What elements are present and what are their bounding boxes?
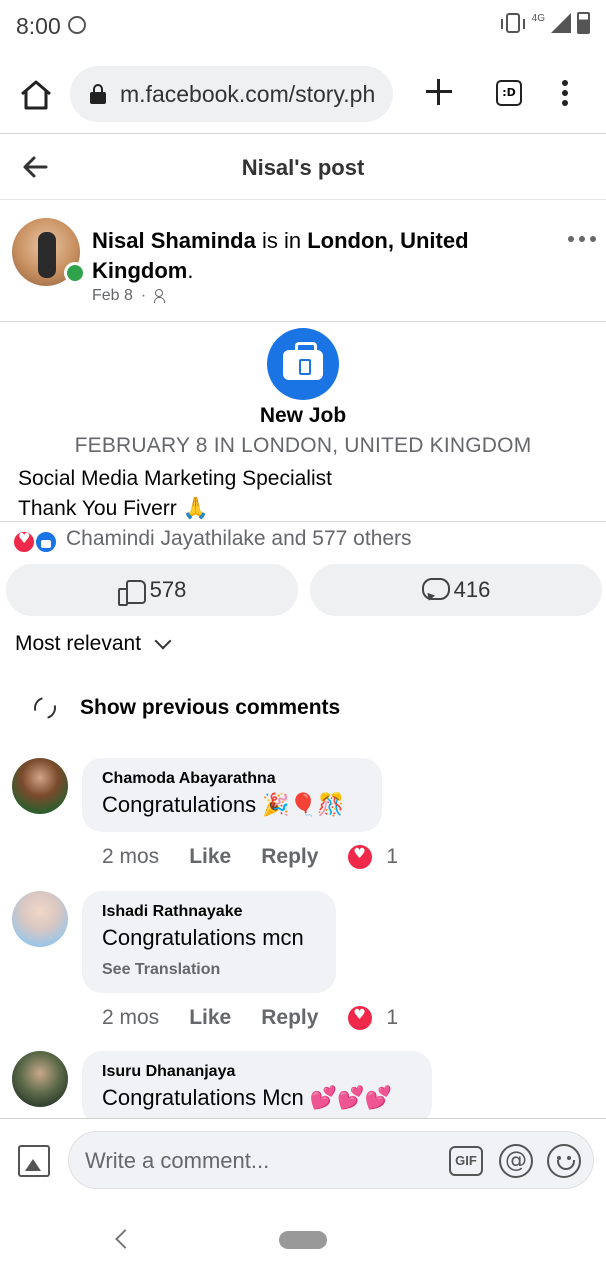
briefcase-badge: [267, 328, 339, 400]
vibrate-icon: [500, 13, 525, 33]
reactions-text: Chamindi Jayathilake and 577 others: [66, 527, 412, 550]
like-count: 578: [149, 577, 187, 602]
comment-text: Congratulations Mcn 💕💕💕: [102, 1085, 393, 1110]
comment-like-button[interactable]: Like: [189, 845, 231, 869]
action-row: 578 416: [0, 562, 606, 618]
comment-button[interactable]: 416: [310, 564, 602, 616]
like-reaction-icon: [34, 530, 58, 554]
briefcase-icon: [283, 342, 323, 380]
comment-reply-button[interactable]: Reply: [261, 1006, 318, 1030]
see-translation-link[interactable]: See Translation: [102, 961, 316, 979]
status-bar: 8:00 4G: [0, 0, 606, 52]
comment-reply-button[interactable]: Reply: [261, 845, 318, 869]
browser-toolbar: m.facebook.com/story.ph :D: [0, 52, 606, 134]
post-date[interactable]: Feb 8: [92, 287, 133, 305]
event-text-line-2: Thank You Fiverr 🙏: [18, 497, 209, 520]
author-connector: is in: [261, 228, 302, 253]
sort-label: Most relevant: [15, 632, 142, 655]
event-title: New Job: [259, 404, 347, 427]
comment-time[interactable]: 2 mos: [102, 1006, 159, 1030]
commenter-name[interactable]: Chamoda Abayarathna: [102, 770, 362, 788]
avatar[interactable]: [12, 891, 68, 947]
comment-actions: 2 mos Like Reply 1: [102, 845, 398, 869]
status-time: 8:00: [16, 13, 61, 39]
whatsapp-icon: [68, 16, 86, 34]
heart-reaction-icon: [348, 845, 373, 869]
network-type: 4G: [531, 12, 545, 24]
comment-bubble-icon: [421, 578, 450, 602]
comment-input[interactable]: Write a comment... GIF @: [68, 1131, 594, 1189]
tab-switcher-button[interactable]: :D: [496, 80, 522, 106]
comment-placeholder: Write a comment...: [85, 1148, 270, 1173]
thumbs-up-icon: [117, 578, 146, 606]
comment-bubble: Chamoda Abayarathna Congratulations 🎉🎈🎊: [82, 758, 382, 832]
show-previous-comments[interactable]: Show previous comments: [29, 692, 341, 724]
page-title: Nisal's post: [241, 155, 365, 180]
comment-like-button[interactable]: Like: [189, 1006, 231, 1030]
more-options-icon[interactable]: [568, 236, 596, 244]
love-reaction-icon: [12, 530, 36, 554]
home-icon[interactable]: [18, 78, 54, 112]
avatar[interactable]: [12, 1051, 68, 1107]
online-status-dot: [64, 262, 86, 284]
comment-text: Congratulations 🎉🎈🎊: [102, 792, 345, 817]
new-tab-plus-icon[interactable]: [425, 78, 453, 106]
friends-audience-icon: [154, 289, 172, 303]
author-name[interactable]: Nisal Shaminda: [92, 228, 256, 253]
commenter-name[interactable]: Isuru Dhananjaya: [102, 1063, 412, 1081]
life-event: New Job FEBRUARY 8 IN LONDON, UNITED KIN…: [0, 322, 606, 522]
event-subtitle: FEBRUARY 8 IN LONDON, UNITED KINGDOM: [74, 434, 532, 457]
comment-text: Congratulations mcn: [102, 925, 304, 950]
post-header: Nisal Shaminda is in London, United King…: [0, 200, 606, 322]
signal-icon: [551, 13, 571, 33]
comment-sort-dropdown[interactable]: Most relevant: [15, 632, 172, 656]
status-icons: 4G: [500, 12, 590, 34]
comment-reaction-count: 1: [386, 1006, 399, 1029]
chevron-down-icon: [154, 632, 172, 650]
comment-actions: 2 mos Like Reply 1: [102, 1006, 398, 1030]
gif-button[interactable]: GIF: [449, 1146, 483, 1176]
system-nav-bar: [0, 1202, 606, 1280]
event-text: Social Media Marketing Specialist Thank …: [18, 464, 332, 524]
commenter-name[interactable]: Ishadi Rathnayake: [102, 903, 316, 921]
comment-bubble: Isuru Dhananjaya Congratulations Mcn 💕💕💕: [82, 1051, 432, 1125]
post-author-line: Nisal Shaminda is in London, United King…: [92, 226, 502, 286]
like-button[interactable]: 578: [6, 564, 298, 616]
photo-icon[interactable]: [18, 1145, 50, 1177]
avatar[interactable]: [12, 758, 68, 814]
heart-reaction-icon: [348, 1006, 373, 1030]
post-meta: Feb 8 ·: [92, 287, 172, 305]
refresh-icon: [29, 692, 61, 724]
comment-bubble: Ishadi Rathnayake Congratulations mcn Se…: [82, 891, 336, 993]
page-header: Nisal's post: [0, 134, 606, 200]
comment-time[interactable]: 2 mos: [102, 845, 159, 869]
browser-menu-icon[interactable]: [560, 80, 570, 108]
event-text-line-1: Social Media Marketing Specialist: [18, 467, 332, 490]
system-back-icon[interactable]: [115, 1229, 135, 1249]
author-line-end: .: [187, 258, 194, 283]
url-bar[interactable]: m.facebook.com/story.ph: [70, 66, 393, 122]
mention-button[interactable]: @: [499, 1144, 533, 1178]
lock-icon: [90, 84, 106, 104]
battery-icon: [577, 12, 590, 34]
show-previous-label: Show previous comments: [80, 696, 341, 719]
emoji-icon[interactable]: [547, 1144, 581, 1178]
comment-count: 416: [453, 577, 491, 602]
url-text: m.facebook.com/story.ph: [120, 80, 376, 107]
meta-separator: ·: [140, 287, 147, 304]
reactions-summary[interactable]: Chamindi Jayathilake and 577 others: [0, 522, 606, 558]
comment-composer: Write a comment... GIF @: [0, 1118, 606, 1202]
comment-reaction-count: 1: [386, 845, 399, 868]
system-home-pill[interactable]: [279, 1231, 327, 1249]
